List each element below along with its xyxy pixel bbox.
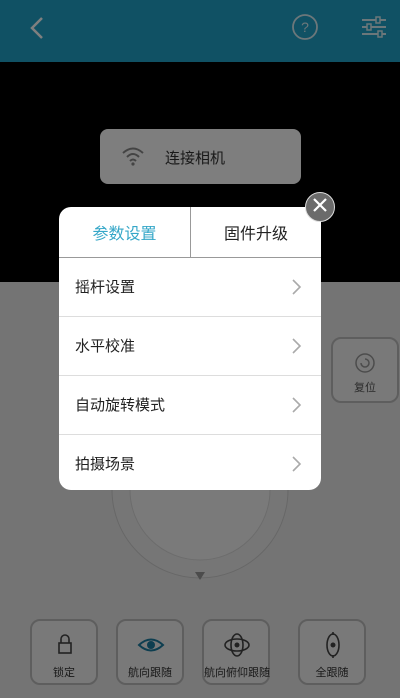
chevron-right-icon xyxy=(291,455,303,473)
menu-item-label: 水平校准 xyxy=(75,337,136,355)
menu-item-level-calibration[interactable]: 水平校准 xyxy=(59,317,321,376)
chevron-right-icon xyxy=(291,396,303,414)
close-popup-button[interactable] xyxy=(305,192,335,222)
chevron-right-icon xyxy=(291,337,303,355)
menu-item-auto-rotate-mode[interactable]: 自动旋转模式 xyxy=(59,376,321,435)
chevron-right-icon xyxy=(291,278,303,296)
menu-item-shooting-scene[interactable]: 拍摄场景 xyxy=(59,435,321,490)
menu-item-joystick-settings[interactable]: 摇杆设置 xyxy=(59,258,321,317)
tab-parameter-settings[interactable]: 参数设置 xyxy=(59,207,190,257)
popup-tabs: 参数设置 固件升级 xyxy=(59,207,321,258)
settings-popup: 参数设置 固件升级 摇杆设置 水平校准 自动旋转模式 拍摄场景 xyxy=(59,207,321,490)
tab-firmware-upgrade[interactable]: 固件升级 xyxy=(190,207,321,257)
menu-item-label: 自动旋转模式 xyxy=(75,396,166,414)
close-icon xyxy=(311,196,329,218)
menu-item-label: 摇杆设置 xyxy=(75,278,136,296)
menu-item-label: 拍摄场景 xyxy=(75,455,136,473)
